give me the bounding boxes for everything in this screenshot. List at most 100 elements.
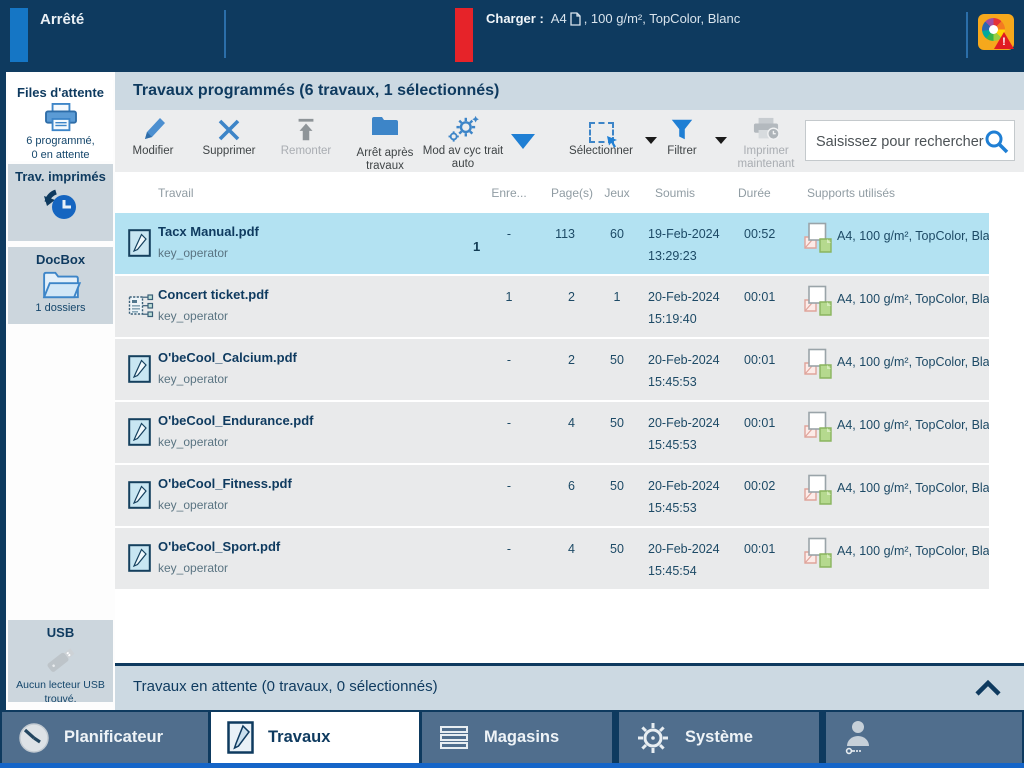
job-time: 13:29:23 xyxy=(648,249,697,263)
waiting-jobs-bar[interactable]: Travaux en attente (0 travaux, 0 sélecti… xyxy=(115,663,1024,710)
table-row[interactable]: O'beCool_Fitness.pdf key_operator - 6 50… xyxy=(115,465,989,526)
more-actions-dropdown[interactable] xyxy=(511,134,535,149)
search-input[interactable] xyxy=(814,121,986,162)
job-pages: 6 xyxy=(568,479,575,493)
table-row[interactable]: O'beCool_Sport.pdf key_operator - 4 50 2… xyxy=(115,528,989,589)
col-pages: Page(s) xyxy=(550,186,593,200)
tab-system-label: Système xyxy=(685,728,753,746)
sidebar-item-queues[interactable]: Files d'attente 6 programmé, 0 en attent… xyxy=(8,80,113,161)
arrow-up-icon xyxy=(271,113,341,143)
edit-button[interactable]: Modifier xyxy=(123,113,183,169)
document-icon xyxy=(128,544,151,575)
job-duration: 00:02 xyxy=(744,479,776,493)
toner-warning-icon[interactable] xyxy=(978,14,1014,50)
job-name: Tacx Manual.pdf xyxy=(158,224,259,239)
auto-processing-label: Mod av cyc trait auto xyxy=(422,145,504,170)
tab-jobs[interactable]: Travaux xyxy=(211,712,419,763)
table-row[interactable]: Concert ticket.pdf key_operator 1 2 1 20… xyxy=(115,276,989,337)
job-name: O'beCool_Sport.pdf xyxy=(158,539,281,554)
job-media: A4, 100 g/m², TopColor, Blanc xyxy=(837,544,989,558)
media-stack-icon xyxy=(803,537,833,571)
document-icon xyxy=(128,481,151,512)
search-icon[interactable] xyxy=(984,129,1010,160)
job-sets: 1 xyxy=(613,290,621,304)
queues-count-line1: 6 programmé, xyxy=(26,135,95,147)
job-duration: 00:52 xyxy=(744,227,776,241)
col-submitted: Soumis xyxy=(655,186,696,200)
table-row[interactable]: O'beCool_Endurance.pdf key_operator - 4 … xyxy=(115,402,989,463)
tab-system[interactable]: Système xyxy=(619,712,819,763)
jobs-toolbar: Modifier Supprimer Remonter Arrêt après … xyxy=(115,110,1024,173)
filter-button[interactable]: Filtrer xyxy=(657,113,707,169)
sidebar-item-usb[interactable]: USB Aucun lecteur USB trouvé. xyxy=(8,620,113,705)
job-saved: - xyxy=(506,479,512,493)
usb-status-line2: trouvé. xyxy=(44,693,77,705)
col-sets: Jeux xyxy=(604,186,630,200)
printer-console-screen: Arrêté Charger : A4 , 100 g/m², TopColor… xyxy=(0,0,1024,768)
print-now-label: Imprimer maintenant xyxy=(737,145,795,170)
job-date: 20-Feb-2024 xyxy=(648,290,720,304)
auto-processing-button[interactable]: Mod av cyc trait auto xyxy=(417,113,509,170)
job-pages: 113 xyxy=(555,227,575,241)
job-owner: key_operator xyxy=(158,246,229,260)
tab-trays-label: Magasins xyxy=(484,728,560,746)
media-stack-icon xyxy=(803,474,833,508)
job-owner: key_operator xyxy=(158,435,229,449)
job-pages: 2 xyxy=(568,290,575,304)
load-media-message: Charger : A4 , 100 g/m², TopColor, Blanc xyxy=(486,11,740,26)
job-time: 15:19:40 xyxy=(648,312,697,326)
waiting-jobs-label: Travaux en attente (0 travaux, 0 sélecti… xyxy=(133,678,438,695)
delete-button[interactable]: Supprimer xyxy=(193,113,265,169)
user-key-icon xyxy=(845,720,869,754)
chevron-up-icon[interactable] xyxy=(974,679,1002,701)
media-alert-color-bar xyxy=(455,8,473,62)
stop-after-jobs-label: Arrêt après travaux xyxy=(356,147,414,172)
printer-status-color-bar xyxy=(10,8,28,62)
stop-after-jobs-button[interactable]: Arrêt après travaux xyxy=(347,113,423,172)
job-time: 15:45:54 xyxy=(648,564,697,578)
col-media: Supports utilisés xyxy=(807,186,896,200)
tab-trays[interactable]: Magasins xyxy=(422,712,612,763)
load-media-details: , 100 g/m², TopColor, Blanc xyxy=(583,11,741,26)
tab-jobs-label: Travaux xyxy=(268,728,331,746)
job-name: O'beCool_Endurance.pdf xyxy=(158,413,314,428)
sidebar-item-docbox[interactable]: DocBox 1 dossiers xyxy=(8,247,113,324)
document-icon xyxy=(128,229,151,260)
job-name: O'beCool_Calcium.pdf xyxy=(158,350,297,365)
job-duration: 00:01 xyxy=(744,353,776,367)
docbox-count: 1 dossiers xyxy=(35,302,86,314)
job-duration: 00:01 xyxy=(744,416,776,430)
queues-count-line2: 0 en attente xyxy=(31,149,90,161)
jobs-panel: Travaux programmés (6 travaux, 1 sélecti… xyxy=(115,72,1024,710)
selection-box-icon xyxy=(561,113,641,148)
job-media: A4, 100 g/m², TopColor, Blanc xyxy=(837,481,989,495)
table-row[interactable]: Tacx Manual.pdf key_operator 1 - 113 60 … xyxy=(115,213,989,274)
print-now-button[interactable]: Imprimer maintenant xyxy=(727,113,805,170)
job-order-badge: 1 xyxy=(473,239,481,254)
move-up-button[interactable]: Remonter xyxy=(271,113,341,169)
job-duration: 00:01 xyxy=(744,290,776,304)
paper-sheet-icon xyxy=(570,11,581,26)
cross-icon xyxy=(193,113,265,143)
job-pages: 4 xyxy=(568,542,575,556)
document-icon xyxy=(227,721,254,754)
printer-icon xyxy=(44,103,77,132)
queues-title: Files d'attente xyxy=(17,85,104,100)
jobs-table-header: Travail Enre... Page(s) Jeux Soumis Duré… xyxy=(115,172,1024,213)
tab-login[interactable] xyxy=(826,712,1022,763)
filter-dropdown-arrow[interactable] xyxy=(715,137,727,144)
job-name: Concert ticket.pdf xyxy=(158,287,269,302)
docbox-title: DocBox xyxy=(35,252,86,267)
job-pages: 4 xyxy=(568,416,575,430)
select-dropdown-arrow[interactable] xyxy=(645,137,657,144)
job-saved: - xyxy=(506,227,512,241)
job-sets: 50 xyxy=(610,416,624,430)
tab-planner[interactable]: Planificateur xyxy=(2,712,208,763)
top-status-bar: Arrêté Charger : A4 , 100 g/m², TopColor… xyxy=(0,0,1024,72)
table-row[interactable]: O'beCool_Calcium.pdf key_operator - 2 50… xyxy=(115,339,989,400)
edit-label: Modifier xyxy=(132,145,174,157)
job-sets: 60 xyxy=(610,227,624,241)
sidebar-item-printed-jobs[interactable]: Trav. imprimés xyxy=(8,164,113,241)
usb-title: USB xyxy=(46,625,75,640)
select-button[interactable]: Sélectionner xyxy=(561,113,641,169)
